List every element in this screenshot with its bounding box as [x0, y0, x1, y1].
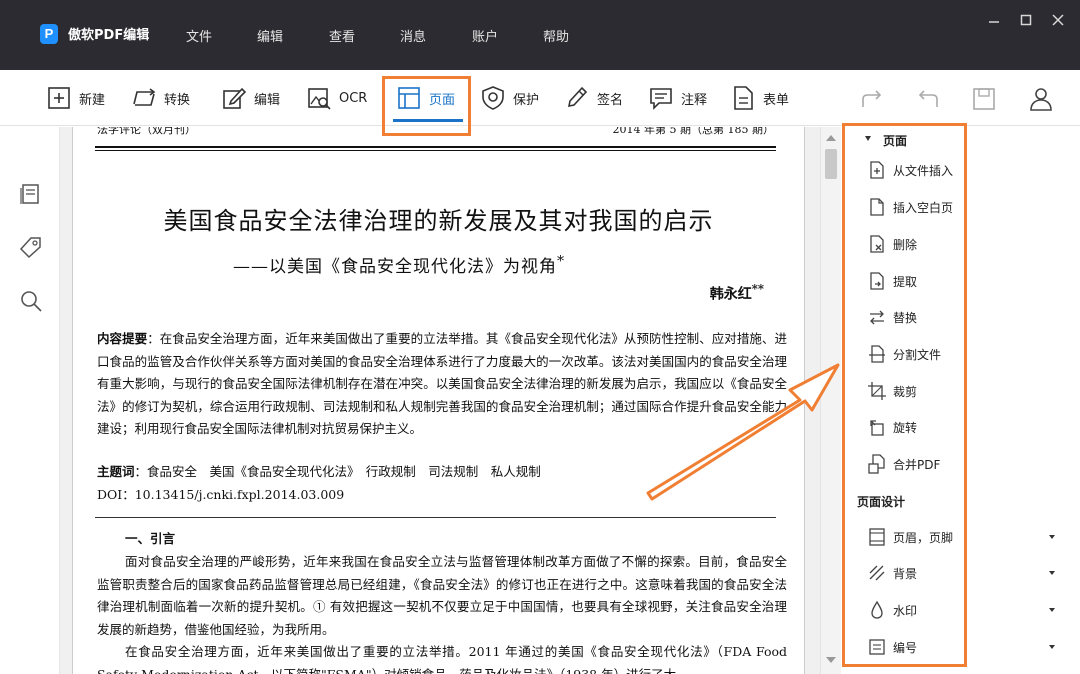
scroll-thumb[interactable]	[825, 149, 837, 179]
body-paragraph-1: 面对食品安全治理的严峻形势，近年来我国在食品安全立法与监督管理体制改革方面做了不…	[97, 554, 787, 637]
watermark-chevron-down-icon[interactable]	[1049, 608, 1055, 612]
pen-icon	[567, 86, 588, 108]
comment-icon	[650, 88, 672, 110]
document-viewer[interactable]: 法学评论（双月刊） 2014 年第 5 期（总第 185 期） 美国食品安全法律…	[60, 127, 820, 674]
annotate-tool-button[interactable]: 注释	[648, 82, 707, 114]
save-icon	[973, 88, 995, 110]
sign-tool-button[interactable]: 签名	[564, 82, 623, 114]
running-header-left: 法学评论（双月刊）	[97, 127, 196, 136]
abstract-text: ：在食品安全治理方面，近年来美国做出了重要的立法举措。其《食品安全现代化法》从预…	[97, 331, 787, 436]
new-tool-label: 新建	[79, 92, 106, 108]
keywords-paragraph: 主题词：食品安全 美国《食品安全现代化法》 行政规制 司法规制 私人规制	[97, 461, 787, 484]
doi-line: DOI：10.13415/j.cnki.fxpl.2014.03.009	[97, 487, 345, 502]
edit-tool-label: 编辑	[254, 92, 281, 108]
section-heading: 一、引言	[125, 531, 176, 546]
convert-tool-label: 转换	[164, 92, 191, 108]
search-button[interactable]	[19, 289, 43, 313]
convert-icon	[133, 88, 156, 106]
article-subtitle-text: ——以美国《食品安全现代化法》为视角	[233, 257, 557, 277]
redo-button[interactable]	[858, 85, 886, 113]
new-tool-button[interactable]: 新建	[46, 82, 105, 114]
save-button[interactable]	[970, 85, 998, 113]
shield-icon	[482, 86, 504, 110]
left-sidebar	[0, 127, 60, 674]
plus-box-icon	[48, 87, 70, 109]
main-toolbar: 新建 转换 编辑 OCR 页面 保护 签名 注释 表单	[0, 70, 1080, 126]
convert-tool-button[interactable]: 转换	[131, 82, 190, 114]
title-bar: P 傲软PDF编辑 文件 编辑 查看 消息 账户 帮助	[0, 0, 1080, 70]
app-logo-icon: P	[40, 24, 58, 44]
app-name: 傲软PDF编辑	[68, 28, 150, 43]
form-tool-label: 表单	[763, 92, 790, 108]
menu-edit[interactable]: 编辑	[257, 26, 283, 45]
abstract-label: 内容提要	[97, 331, 148, 346]
page-tool-highlight	[382, 76, 471, 136]
form-tool-button[interactable]: 表单	[730, 82, 789, 114]
article-title: 美国食品安全法律治理的新发展及其对我国的启示	[163, 207, 714, 235]
author-name: 韩永红	[709, 286, 752, 303]
bookmarks-button[interactable]	[19, 235, 43, 259]
maximize-button[interactable]	[1015, 12, 1037, 31]
thumbnails-icon	[20, 184, 39, 204]
article-subtitle: ——以美国《食品安全现代化法》为视角*	[233, 252, 565, 277]
undo-button[interactable]	[914, 85, 942, 113]
redo-icon	[862, 90, 882, 107]
menu-messages[interactable]: 消息	[400, 26, 426, 45]
edit-tool-button[interactable]: 编辑	[221, 82, 280, 114]
protect-tool-label: 保护	[513, 92, 540, 108]
close-icon	[1052, 14, 1064, 26]
thumbnails-button[interactable]	[19, 182, 43, 206]
minimize-icon	[989, 21, 999, 23]
numbering-chevron-down-icon[interactable]	[1049, 645, 1055, 649]
vertical-scrollbar[interactable]	[820, 127, 841, 674]
annotate-tool-label: 注释	[681, 92, 708, 108]
tag-icon	[19, 237, 41, 259]
search-icon	[21, 291, 42, 312]
author-footnote-mark: **	[751, 282, 764, 296]
sign-tool-label: 签名	[597, 92, 624, 108]
protect-tool-button[interactable]: 保护	[480, 82, 539, 114]
ocr-tool-label: OCR	[339, 90, 368, 106]
scroll-up-icon[interactable]	[826, 135, 836, 141]
ocr-tool-button[interactable]: OCR	[306, 82, 367, 114]
keywords-label: 主题词	[97, 464, 135, 479]
ocr-icon	[308, 88, 331, 110]
header-footer-chevron-down-icon[interactable]	[1049, 535, 1055, 539]
pdf-page: 法学评论（双月刊） 2014 年第 5 期（总第 185 期） 美国食品安全法律…	[72, 127, 805, 674]
panel-highlight	[842, 123, 967, 667]
header-rule	[95, 146, 776, 148]
running-header-right: 2014 年第 5 期（总第 185 期）	[612, 127, 774, 136]
minimize-button[interactable]	[983, 12, 1005, 31]
abstract-paragraph: 内容提要：在食品安全治理方面，近年来美国做出了重要的立法举措。其《食品安全现代化…	[97, 328, 787, 441]
user-button[interactable]	[1027, 85, 1055, 113]
user-icon	[1030, 88, 1052, 111]
menu-view[interactable]: 查看	[329, 26, 355, 45]
menu-file[interactable]: 文件	[186, 26, 212, 45]
close-window-button[interactable]	[1047, 12, 1069, 31]
subtitle-footnote-mark: *	[557, 253, 566, 270]
menu-account[interactable]: 账户	[472, 26, 498, 45]
undo-icon	[918, 90, 938, 107]
form-icon	[734, 86, 753, 110]
body-paragraph-2: 在食品安全治理方面，近年来美国做出了重要的立法举措。2011 年通过的美国《食品…	[97, 644, 787, 674]
abstract-separator	[95, 517, 776, 518]
background-chevron-down-icon[interactable]	[1049, 571, 1055, 575]
edit-icon	[223, 87, 247, 109]
article-author: 韩永红**	[710, 282, 764, 304]
scroll-down-icon[interactable]	[826, 657, 836, 663]
keywords-text: ：食品安全 美国《食品安全现代化法》 行政规制 司法规制 私人规制	[134, 464, 541, 479]
header-rule-thin	[95, 150, 776, 151]
maximize-icon	[1020, 14, 1032, 26]
menu-help[interactable]: 帮助	[543, 26, 569, 45]
